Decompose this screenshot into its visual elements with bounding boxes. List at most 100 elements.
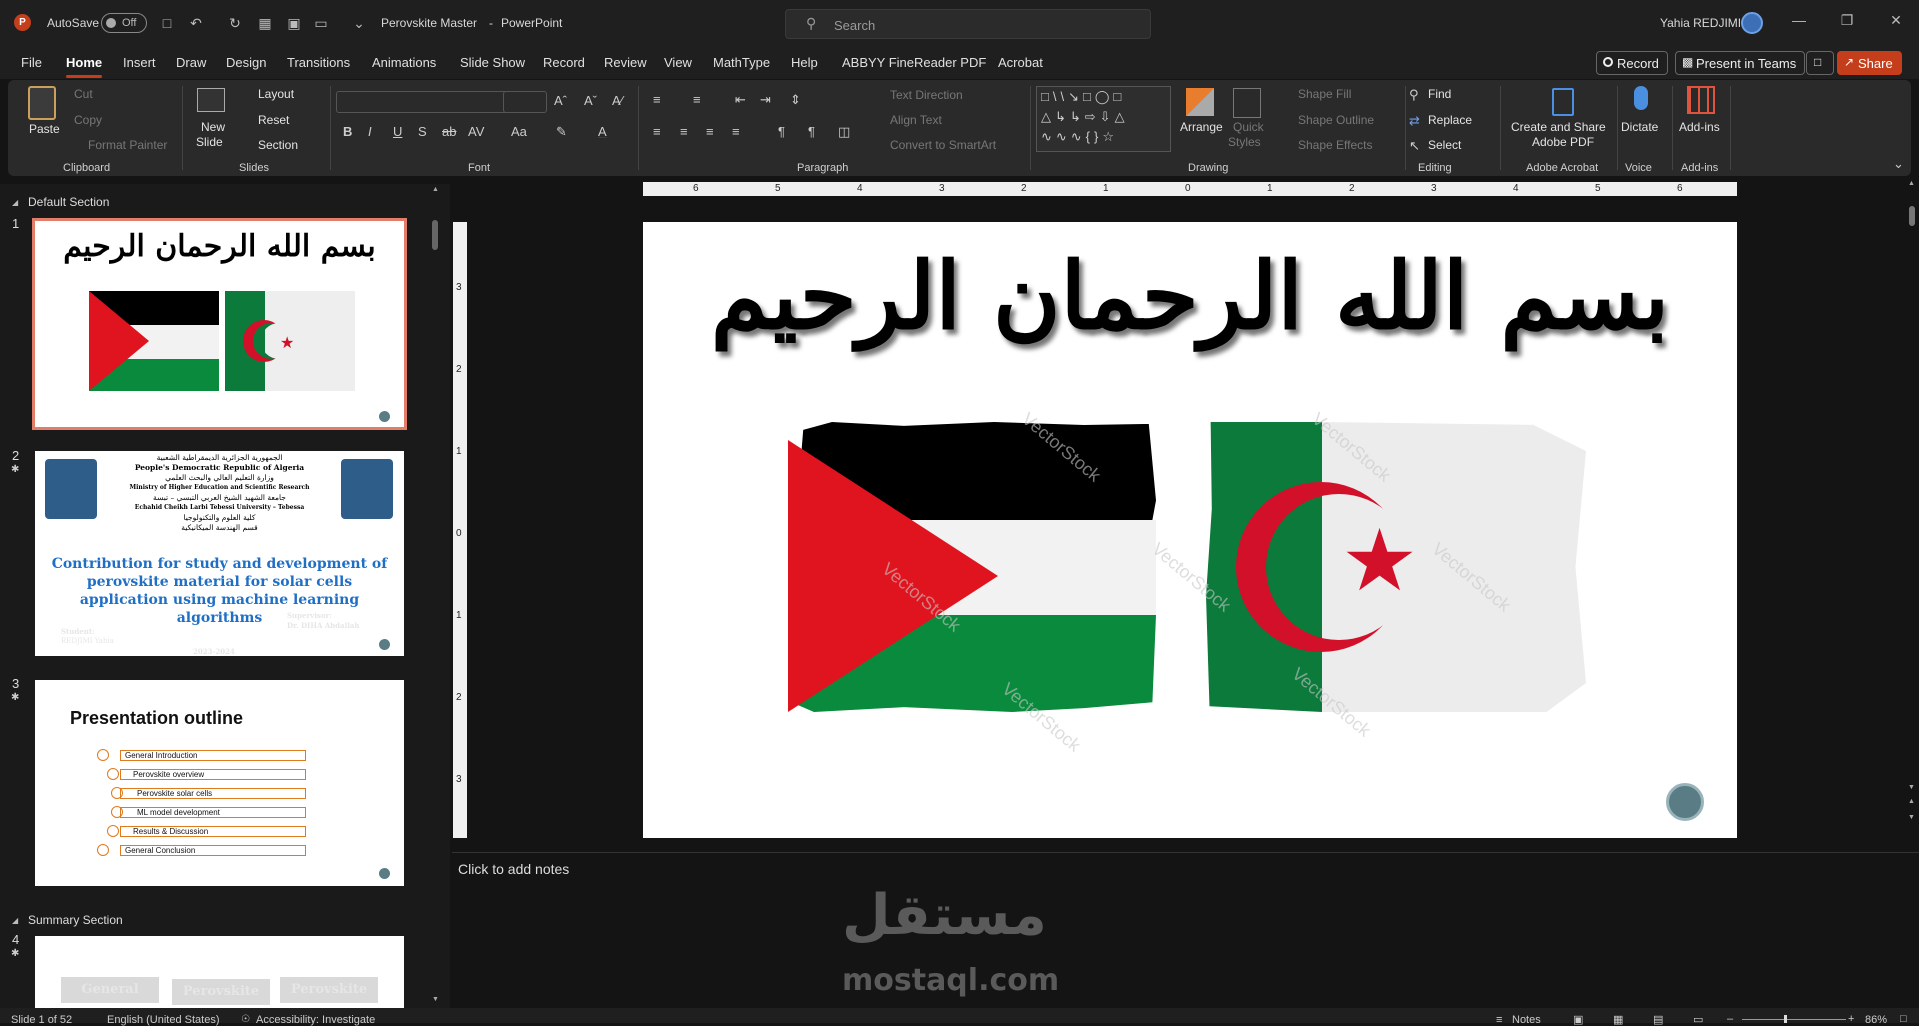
minimize-icon[interactable]: — <box>1789 12 1809 32</box>
save-icon[interactable]: □ <box>158 14 176 32</box>
addins-button[interactable]: Add-ins <box>1679 120 1720 134</box>
slideshow-view-icon[interactable]: ▭ <box>1693 1013 1703 1026</box>
tab-mathtype[interactable]: MathType <box>713 55 770 70</box>
algeria-flag[interactable]: ★ <box>1206 422 1586 712</box>
columns-icon[interactable]: ◫ <box>838 124 850 140</box>
align-text-button[interactable]: Align Text <box>890 113 942 127</box>
redo-icon[interactable]: ↻ <box>226 14 244 32</box>
cut-button[interactable]: Cut <box>74 87 93 101</box>
zoom-in-icon[interactable]: + <box>1848 1013 1854 1025</box>
font-family-select[interactable] <box>336 91 508 113</box>
quick-styles-icon[interactable] <box>1233 88 1261 118</box>
find-button[interactable]: Find <box>1428 87 1451 101</box>
line-spacing-icon[interactable]: ⇕ <box>790 92 801 108</box>
new-slide-icon[interactable] <box>197 88 225 112</box>
slide-sorter-icon[interactable]: ▦ <box>1613 1013 1623 1026</box>
thumbnail-scrollbar[interactable]: ▲ ▼ <box>432 186 439 1004</box>
editor-scrollbar[interactable]: ▲ ▼ ▲ ▼ <box>1908 180 1916 830</box>
tab-abbyy[interactable]: ABBYY FineReader PDF <box>842 55 986 70</box>
select-button[interactable]: Select <box>1428 138 1461 152</box>
restore-icon[interactable]: ❐ <box>1837 12 1857 32</box>
bold-button[interactable]: B <box>343 124 352 139</box>
palestine-flag[interactable] <box>788 422 1156 712</box>
undo-icon[interactable]: ↶ <box>187 14 205 32</box>
slide-thumbnail-1[interactable]: بسم الله الرحمان الرحيم ★ <box>32 218 407 430</box>
layout-button[interactable]: Layout <box>258 87 294 101</box>
avatar[interactable] <box>1741 12 1763 34</box>
microphone-icon[interactable] <box>1634 86 1648 110</box>
tab-insert[interactable]: Insert <box>123 55 156 70</box>
format-painter-button[interactable]: Format Painter <box>88 138 167 152</box>
zoom-level[interactable]: 86% <box>1865 1014 1887 1026</box>
fit-slide-icon[interactable]: □ <box>1900 1013 1907 1025</box>
shapes-icon[interactable]: ▭ <box>312 14 330 32</box>
decrease-indent-icon[interactable]: ⇤ <box>735 92 746 108</box>
share-button[interactable]: ↗ Share <box>1837 51 1902 75</box>
tab-draw[interactable]: Draw <box>176 55 206 70</box>
font-color-icon[interactable]: A <box>598 124 607 139</box>
shape-effects-button[interactable]: Shape Effects <box>1298 138 1373 152</box>
convert-smartart-button[interactable]: Convert to SmartArt <box>890 138 996 152</box>
slide-thumbnail-3[interactable]: Presentation outline General Introductio… <box>35 680 404 886</box>
new-slide-label-1[interactable]: New <box>201 120 225 134</box>
tab-record[interactable]: Record <box>543 55 585 70</box>
shapes-gallery[interactable]: □\\↘□◯□ △↳↳⇨⇩△ ∿∿∿{}☆ <box>1036 86 1171 152</box>
section-button[interactable]: Section <box>258 138 298 152</box>
paste-icon[interactable] <box>28 86 56 120</box>
reading-view-icon[interactable]: ▤ <box>1653 1013 1663 1026</box>
shape-fill-button[interactable]: Shape Fill <box>1298 87 1351 101</box>
grow-font-icon[interactable]: Aˆ <box>554 93 567 108</box>
present-in-teams-button[interactable]: ▩ Present in Teams <box>1675 51 1806 75</box>
arrange-button[interactable]: Arrange <box>1180 120 1223 134</box>
text-direction-button[interactable]: Text Direction <box>890 88 963 102</box>
paste-button[interactable]: Paste <box>29 122 60 136</box>
accessibility-status[interactable]: Accessibility: Investigate <box>256 1014 375 1026</box>
underline-button[interactable]: U <box>393 124 402 139</box>
language-indicator[interactable]: English (United States) <box>107 1014 220 1026</box>
current-slide[interactable]: بسم الله الرحمان الرحيم ★ VectorStock Ve… <box>643 222 1737 838</box>
customize-qat-icon[interactable]: ⌄ <box>350 14 368 32</box>
record-button[interactable]: Record <box>1596 51 1668 75</box>
tab-view[interactable]: View <box>664 55 692 70</box>
strikethrough-button[interactable]: ab <box>442 124 456 139</box>
zoom-slider-thumb[interactable] <box>1784 1015 1787 1023</box>
zoom-out-icon[interactable]: – <box>1727 1013 1733 1025</box>
change-case-button[interactable]: Aa <box>511 124 527 139</box>
align-left-icon[interactable]: ≡ <box>653 124 661 139</box>
normal-view-icon[interactable]: ▣ <box>1573 1013 1583 1026</box>
zoom-slider[interactable] <box>1742 1019 1846 1020</box>
align-right-icon[interactable]: ≡ <box>706 124 714 139</box>
italic-button[interactable]: I <box>368 124 372 139</box>
dictate-button[interactable]: Dictate <box>1621 120 1658 134</box>
create-share-pdf-label-1[interactable]: Create and Share <box>1511 120 1606 134</box>
adobe-pdf-icon[interactable] <box>1552 88 1574 116</box>
close-icon[interactable]: ✕ <box>1886 12 1906 32</box>
summary-section-collapse-icon[interactable]: ◢ <box>12 916 18 925</box>
notes-toggle-button[interactable]: Notes <box>1512 1014 1541 1026</box>
search-box[interactable]: ⚲ Search <box>785 9 1151 39</box>
comments-button[interactable]: □ <box>1806 51 1834 75</box>
align-center-icon[interactable]: ≡ <box>680 124 688 139</box>
copy-button[interactable]: Copy <box>74 113 102 127</box>
ltr-icon[interactable]: ¶ <box>778 124 785 139</box>
highlight-icon[interactable]: ✎ <box>556 124 567 140</box>
tab-transitions[interactable]: Transitions <box>287 55 350 70</box>
new-slide-label-2[interactable]: Slide <box>196 135 223 149</box>
justify-icon[interactable]: ≡ <box>732 124 740 139</box>
section-collapse-icon[interactable]: ◢ <box>12 198 18 207</box>
present-from-start-icon[interactable]: ▦ <box>256 14 274 32</box>
quick-styles-label-2[interactable]: Styles <box>1228 135 1261 149</box>
clear-format-icon[interactable]: A∕ <box>612 93 623 108</box>
tab-animations[interactable]: Animations <box>372 55 436 70</box>
notes-placeholder[interactable]: Click to add notes <box>458 861 569 877</box>
shadow-button[interactable]: S <box>418 124 427 139</box>
numbering-icon[interactable]: ≡ <box>693 92 701 107</box>
increase-indent-icon[interactable]: ⇥ <box>760 92 771 108</box>
slide-thumbnail-2[interactable]: الجمهورية الجزائرية الديمقراطية الشعبية … <box>35 451 404 656</box>
collapse-ribbon-icon[interactable]: ⌄ <box>1893 156 1904 172</box>
arrange-icon[interactable] <box>1186 88 1214 116</box>
create-share-pdf-label-2[interactable]: Adobe PDF <box>1532 135 1594 149</box>
tab-home[interactable]: Home <box>66 55 103 78</box>
tab-design[interactable]: Design <box>226 55 266 70</box>
default-section-label[interactable]: Default Section <box>28 195 109 209</box>
